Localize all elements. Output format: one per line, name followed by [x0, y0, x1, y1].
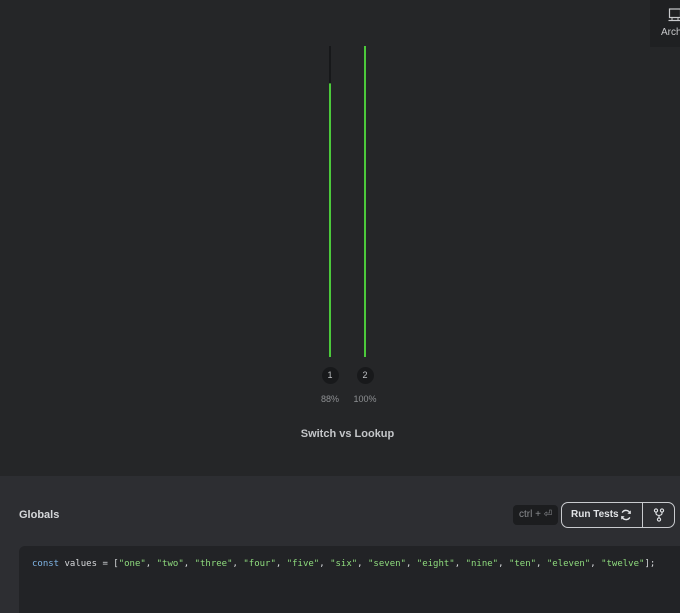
code-string: "ten": [508, 559, 537, 569]
code-string: "eight": [416, 559, 455, 569]
code-string: "one": [118, 559, 146, 569]
code-punct: ,: [590, 559, 602, 569]
code-punct: ,: [454, 559, 466, 569]
code-punct: ,: [145, 559, 157, 569]
code-punct: ];: [644, 559, 656, 569]
globals-title: Globals: [19, 509, 60, 521]
code-string: "two": [156, 559, 184, 569]
fork-icon: [653, 508, 665, 522]
code-punct: ,: [498, 559, 509, 569]
category-label-1: 1: [321, 367, 339, 384]
archive-label: Archive: [661, 27, 680, 38]
code-string: "nine": [465, 559, 499, 569]
code-string: "six": [330, 559, 358, 569]
code-string: "three": [194, 559, 233, 569]
fork-button[interactable]: [643, 503, 674, 527]
benchmark-chart: 1 88% 2 100% Switch vs Lookup: [0, 0, 680, 476]
archive-icon: [668, 8, 680, 22]
run-tests-button[interactable]: Run Tests: [562, 503, 642, 527]
archive-button[interactable]: Archive: [650, 0, 680, 47]
value-label-2: 100%: [353, 394, 377, 404]
code-string: "twelve": [601, 559, 645, 569]
results-panel: 188%2100% Switch vs Lookup Archive: [0, 0, 680, 476]
chart-svg: [329, 46, 366, 357]
chart-title: Switch vs Lookup: [300, 428, 395, 440]
code-string: "four": [243, 559, 276, 569]
code-punct: ,: [232, 559, 244, 569]
code-punct: ,: [183, 559, 195, 569]
code-text: values = [: [59, 559, 119, 569]
globals-code-editor[interactable]: const values = ["one", "two", "three", "…: [19, 546, 680, 613]
code-keyword: const: [32, 559, 60, 569]
code-punct: ,: [357, 559, 369, 569]
code-punct: ,: [275, 559, 287, 569]
code-string: "seven": [368, 559, 406, 569]
code-punct: ,: [405, 559, 417, 569]
code-line: const values = ["one", "two", "three", "…: [32, 559, 655, 569]
page: 188%2100% Switch vs Lookup Archive Globa…: [0, 0, 680, 613]
code-punct: ,: [536, 559, 547, 569]
run-tests-label: Run Tests: [571, 509, 619, 520]
code-string: "five": [286, 559, 320, 569]
run-button-group: Run Tests: [561, 502, 675, 528]
refresh-icon: [621, 509, 631, 521]
category-label-2: 2: [356, 367, 374, 384]
code-string: "eleven": [546, 559, 591, 569]
globals-panel: Globals ctrl + ⏎ Run Tests const values …: [0, 476, 680, 613]
code-punct: ,: [319, 559, 331, 569]
run-shortcut-hint: ctrl + ⏎: [513, 505, 559, 525]
